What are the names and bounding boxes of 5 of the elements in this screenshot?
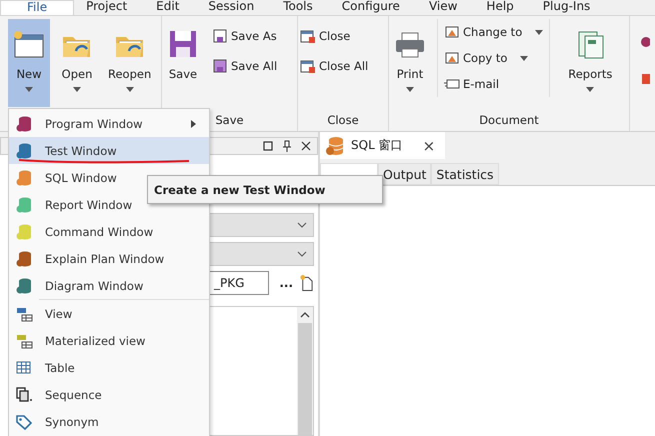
group-label: Save (215, 113, 244, 129)
group-label: Document (479, 113, 539, 129)
tab-title: SQL 窗口 (351, 137, 403, 154)
tooltip: Create a new Test Window (147, 175, 383, 204)
group-label: Close (327, 113, 359, 129)
